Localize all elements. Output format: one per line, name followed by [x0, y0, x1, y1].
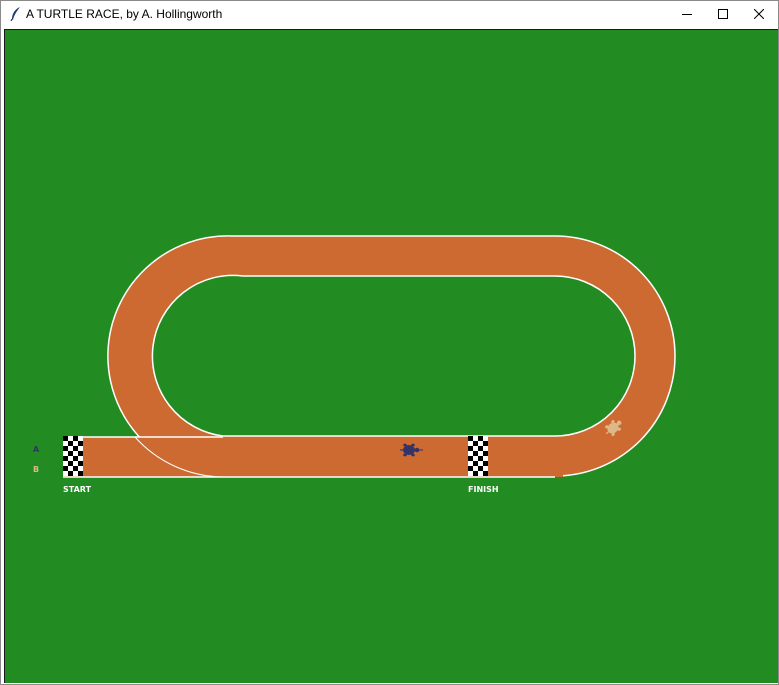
checker-square — [478, 441, 483, 446]
checker-square — [68, 461, 73, 466]
lane-label-b: B — [33, 465, 39, 474]
checker-square — [473, 441, 478, 446]
checker-square — [73, 451, 78, 456]
checker-square — [63, 446, 68, 451]
checker-square — [483, 446, 488, 451]
checker-square — [468, 446, 473, 451]
checker-square — [68, 441, 73, 446]
checker-square — [73, 436, 78, 441]
close-icon — [754, 9, 764, 19]
checker-square — [63, 461, 68, 466]
checker-square — [68, 451, 73, 456]
race-canvas[interactable]: A B START FINISH — [4, 29, 778, 683]
start-line — [63, 436, 83, 476]
checker-square — [78, 461, 83, 466]
start-label: START — [63, 485, 92, 494]
checker-square — [468, 456, 473, 461]
checker-square — [78, 441, 83, 446]
minimize-button[interactable] — [669, 1, 705, 27]
checker-square — [483, 456, 488, 461]
checker-square — [73, 461, 78, 466]
checker-square — [483, 436, 488, 441]
checker-square — [478, 466, 483, 471]
checker-square — [483, 451, 488, 456]
checker-square — [478, 456, 483, 461]
checker-square — [68, 456, 73, 461]
feather-icon — [10, 7, 20, 22]
checker-square — [473, 451, 478, 456]
minimize-icon — [682, 14, 692, 15]
checker-square — [73, 446, 78, 451]
checker-square — [68, 466, 73, 471]
finish-line — [468, 436, 488, 476]
checker-square — [468, 441, 473, 446]
checker-square — [73, 441, 78, 446]
maximize-icon — [718, 9, 728, 19]
checker-square — [473, 446, 478, 451]
window-title: A TURTLE RACE, by A. Hollingworth — [26, 7, 223, 21]
infield — [151, 274, 636, 437]
checker-square — [473, 461, 478, 466]
finish-label: FINISH — [468, 485, 499, 494]
title-bar[interactable]: A TURTLE RACE, by A. Hollingworth — [1, 1, 778, 27]
checker-square — [73, 456, 78, 461]
checker-square — [473, 456, 478, 461]
checker-square — [63, 466, 68, 471]
checker-square — [478, 451, 483, 456]
checker-square — [483, 471, 488, 476]
checker-square — [63, 441, 68, 446]
checker-square — [473, 471, 478, 476]
app-window: A TURTLE RACE, by A. Hollingworth A B ST… — [0, 0, 779, 685]
close-button[interactable] — [741, 1, 777, 27]
maximize-button[interactable] — [705, 1, 741, 27]
checker-square — [78, 471, 83, 476]
checker-square — [468, 451, 473, 456]
checker-square — [473, 436, 478, 441]
checker-square — [478, 436, 483, 441]
checker-square — [468, 436, 473, 441]
checker-square — [68, 446, 73, 451]
checker-square — [478, 471, 483, 476]
race-scene: A B START FINISH — [33, 235, 676, 494]
checker-square — [483, 461, 488, 466]
checker-square — [63, 451, 68, 456]
checker-square — [468, 471, 473, 476]
checker-square — [478, 446, 483, 451]
checker-square — [78, 456, 83, 461]
checker-square — [68, 436, 73, 441]
checker-square — [78, 446, 83, 451]
checker-square — [78, 466, 83, 471]
checker-square — [478, 461, 483, 466]
checker-square — [483, 441, 488, 446]
checker-square — [78, 451, 83, 456]
lane-label-a: A — [33, 445, 40, 454]
checker-square — [63, 471, 68, 476]
checker-square — [468, 466, 473, 471]
checker-square — [483, 466, 488, 471]
checker-square — [468, 461, 473, 466]
checker-square — [68, 471, 73, 476]
checker-square — [73, 471, 78, 476]
checker-square — [473, 466, 478, 471]
checker-square — [63, 436, 68, 441]
checker-square — [73, 466, 78, 471]
checker-square — [78, 436, 83, 441]
checker-square — [63, 456, 68, 461]
